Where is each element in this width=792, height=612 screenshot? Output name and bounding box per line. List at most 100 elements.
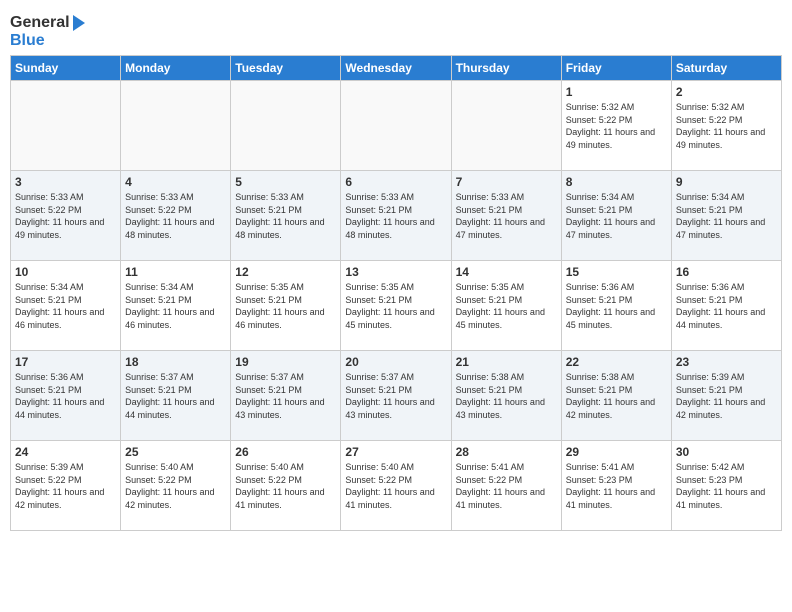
day-info: Sunrise: 5:34 AM Sunset: 5:21 PM Dayligh… [676, 191, 777, 241]
day-number: 8 [566, 175, 667, 189]
calendar-cell: 4 Sunrise: 5:33 AM Sunset: 5:22 PM Daylig… [121, 171, 231, 261]
calendar-cell: 30 Sunrise: 5:42 AM Sunset: 5:23 PM Dayli… [671, 441, 781, 531]
calendar-cell: 16Sunrise: 5:36 AM Sunset: 5:21 PM Dayli… [671, 261, 781, 351]
calendar-cell: 11 Sunrise: 5:34 AM Sunset: 5:21 PM Dayli… [121, 261, 231, 351]
day-number: 4 [125, 175, 226, 189]
calendar-cell: 8 Sunrise: 5:34 AM Sunset: 5:21 PM Daylig… [561, 171, 671, 261]
day-info: Sunrise: 5:33 AM Sunset: 5:21 PM Dayligh… [456, 191, 557, 241]
day-info: Sunrise: 5:35 AM Sunset: 5:21 PM Dayligh… [235, 281, 336, 331]
day-info: Sunrise: 5:37 AM Sunset: 5:21 PM Dayligh… [235, 371, 336, 421]
calendar-cell: 17 Sunrise: 5:36 AM Sunset: 5:21 PM Dayli… [11, 351, 121, 441]
week-row-2: 3 Sunrise: 5:33 AM Sunset: 5:22 PM Daylig… [11, 171, 782, 261]
day-info: Sunrise: 5:32 AM Sunset: 5:22 PM Dayligh… [566, 101, 667, 151]
day-number: 9 [676, 175, 777, 189]
calendar-cell [341, 81, 451, 171]
day-info: Sunrise: 5:33 AM Sunset: 5:21 PM Dayligh… [235, 191, 336, 241]
day-number: 27 [345, 445, 446, 459]
weekday-monday: Monday [121, 56, 231, 81]
calendar-cell: 28 Sunrise: 5:41 AM Sunset: 5:22 PM Dayli… [451, 441, 561, 531]
week-row-1: 1 Sunrise: 5:32 AM Sunset: 5:22 PM Daylig… [11, 81, 782, 171]
day-number: 28 [456, 445, 557, 459]
calendar-cell: 5 Sunrise: 5:33 AM Sunset: 5:21 PM Daylig… [231, 171, 341, 261]
day-number: 22 [566, 355, 667, 369]
calendar-cell [11, 81, 121, 171]
calendar-cell: 20Sunrise: 5:37 AM Sunset: 5:21 PM Dayli… [341, 351, 451, 441]
day-info: Sunrise: 5:38 AM Sunset: 5:21 PM Dayligh… [456, 371, 557, 421]
day-info: Sunrise: 5:33 AM Sunset: 5:21 PM Dayligh… [345, 191, 446, 241]
day-number: 14 [456, 265, 557, 279]
day-number: 29 [566, 445, 667, 459]
calendar-cell: 22 Sunrise: 5:38 AM Sunset: 5:21 PM Dayli… [561, 351, 671, 441]
calendar-cell: 10 Sunrise: 5:34 AM Sunset: 5:21 PM Dayli… [11, 261, 121, 351]
day-number: 25 [125, 445, 226, 459]
day-info: Sunrise: 5:41 AM Sunset: 5:23 PM Dayligh… [566, 461, 667, 511]
calendar-cell: 25 Sunrise: 5:40 AM Sunset: 5:22 PM Dayli… [121, 441, 231, 531]
day-number: 1 [566, 85, 667, 99]
weekday-sunday: Sunday [11, 56, 121, 81]
day-info: Sunrise: 5:33 AM Sunset: 5:22 PM Dayligh… [15, 191, 116, 241]
day-info: Sunrise: 5:35 AM Sunset: 5:21 PM Dayligh… [345, 281, 446, 331]
calendar-cell: 13 Sunrise: 5:35 AM Sunset: 5:21 PM Dayli… [341, 261, 451, 351]
day-info: Sunrise: 5:34 AM Sunset: 5:21 PM Dayligh… [125, 281, 226, 331]
calendar-table: SundayMondayTuesdayWednesdayThursdayFrid… [10, 55, 782, 531]
day-number: 17 [15, 355, 116, 369]
day-number: 6 [345, 175, 446, 189]
calendar-cell: 15Sunrise: 5:36 AM Sunset: 5:21 PM Dayli… [561, 261, 671, 351]
day-info: Sunrise: 5:32 AM Sunset: 5:22 PM Dayligh… [676, 101, 777, 151]
day-info: Sunrise: 5:37 AM Sunset: 5:21 PM Dayligh… [345, 371, 446, 421]
calendar-cell [451, 81, 561, 171]
day-info: Sunrise: 5:41 AM Sunset: 5:22 PM Dayligh… [456, 461, 557, 511]
calendar-cell: 6 Sunrise: 5:33 AM Sunset: 5:21 PM Daylig… [341, 171, 451, 261]
day-info: Sunrise: 5:38 AM Sunset: 5:21 PM Dayligh… [566, 371, 667, 421]
calendar-cell: 12 Sunrise: 5:35 AM Sunset: 5:21 PM Dayli… [231, 261, 341, 351]
page-header: General Blue [10, 10, 782, 49]
week-row-4: 17 Sunrise: 5:36 AM Sunset: 5:21 PM Dayli… [11, 351, 782, 441]
calendar-cell [121, 81, 231, 171]
day-info: Sunrise: 5:33 AM Sunset: 5:22 PM Dayligh… [125, 191, 226, 241]
calendar-cell: 1 Sunrise: 5:32 AM Sunset: 5:22 PM Daylig… [561, 81, 671, 171]
day-number: 12 [235, 265, 336, 279]
weekday-wednesday: Wednesday [341, 56, 451, 81]
week-row-5: 24Sunrise: 5:39 AM Sunset: 5:22 PM Dayli… [11, 441, 782, 531]
day-info: Sunrise: 5:37 AM Sunset: 5:21 PM Dayligh… [125, 371, 226, 421]
day-number: 3 [15, 175, 116, 189]
calendar-cell: 29 Sunrise: 5:41 AM Sunset: 5:23 PM Dayli… [561, 441, 671, 531]
day-info: Sunrise: 5:42 AM Sunset: 5:23 PM Dayligh… [676, 461, 777, 511]
day-number: 26 [235, 445, 336, 459]
calendar-cell [231, 81, 341, 171]
day-number: 13 [345, 265, 446, 279]
weekday-tuesday: Tuesday [231, 56, 341, 81]
day-number: 2 [676, 85, 777, 99]
day-info: Sunrise: 5:34 AM Sunset: 5:21 PM Dayligh… [566, 191, 667, 241]
day-number: 10 [15, 265, 116, 279]
calendar-cell: 18 Sunrise: 5:37 AM Sunset: 5:21 PM Dayli… [121, 351, 231, 441]
day-number: 11 [125, 265, 226, 279]
calendar-cell: 24Sunrise: 5:39 AM Sunset: 5:22 PM Dayli… [11, 441, 121, 531]
day-number: 18 [125, 355, 226, 369]
week-row-3: 10 Sunrise: 5:34 AM Sunset: 5:21 PM Dayli… [11, 261, 782, 351]
day-info: Sunrise: 5:34 AM Sunset: 5:21 PM Dayligh… [15, 281, 116, 331]
day-info: Sunrise: 5:39 AM Sunset: 5:21 PM Dayligh… [676, 371, 777, 421]
day-number: 7 [456, 175, 557, 189]
day-info: Sunrise: 5:36 AM Sunset: 5:21 PM Dayligh… [15, 371, 116, 421]
day-number: 19 [235, 355, 336, 369]
day-info: Sunrise: 5:36 AM Sunset: 5:21 PM Dayligh… [676, 281, 777, 331]
logo: General Blue [10, 14, 85, 49]
day-info: Sunrise: 5:40 AM Sunset: 5:22 PM Dayligh… [125, 461, 226, 511]
calendar-cell: 14 Sunrise: 5:35 AM Sunset: 5:21 PM Dayli… [451, 261, 561, 351]
day-number: 30 [676, 445, 777, 459]
day-number: 15 [566, 265, 667, 279]
calendar-cell: 23Sunrise: 5:39 AM Sunset: 5:21 PM Dayli… [671, 351, 781, 441]
calendar-cell: 9 Sunrise: 5:34 AM Sunset: 5:21 PM Daylig… [671, 171, 781, 261]
day-info: Sunrise: 5:35 AM Sunset: 5:21 PM Dayligh… [456, 281, 557, 331]
calendar-cell: 7 Sunrise: 5:33 AM Sunset: 5:21 PM Daylig… [451, 171, 561, 261]
weekday-friday: Friday [561, 56, 671, 81]
weekday-saturday: Saturday [671, 56, 781, 81]
calendar-cell: 19 Sunrise: 5:37 AM Sunset: 5:21 PM Dayli… [231, 351, 341, 441]
day-info: Sunrise: 5:39 AM Sunset: 5:22 PM Dayligh… [15, 461, 116, 511]
day-info: Sunrise: 5:40 AM Sunset: 5:22 PM Dayligh… [235, 461, 336, 511]
calendar-cell: 26 Sunrise: 5:40 AM Sunset: 5:22 PM Dayli… [231, 441, 341, 531]
calendar-cell: 3 Sunrise: 5:33 AM Sunset: 5:22 PM Daylig… [11, 171, 121, 261]
calendar-cell: 2 Sunrise: 5:32 AM Sunset: 5:22 PM Daylig… [671, 81, 781, 171]
day-number: 5 [235, 175, 336, 189]
